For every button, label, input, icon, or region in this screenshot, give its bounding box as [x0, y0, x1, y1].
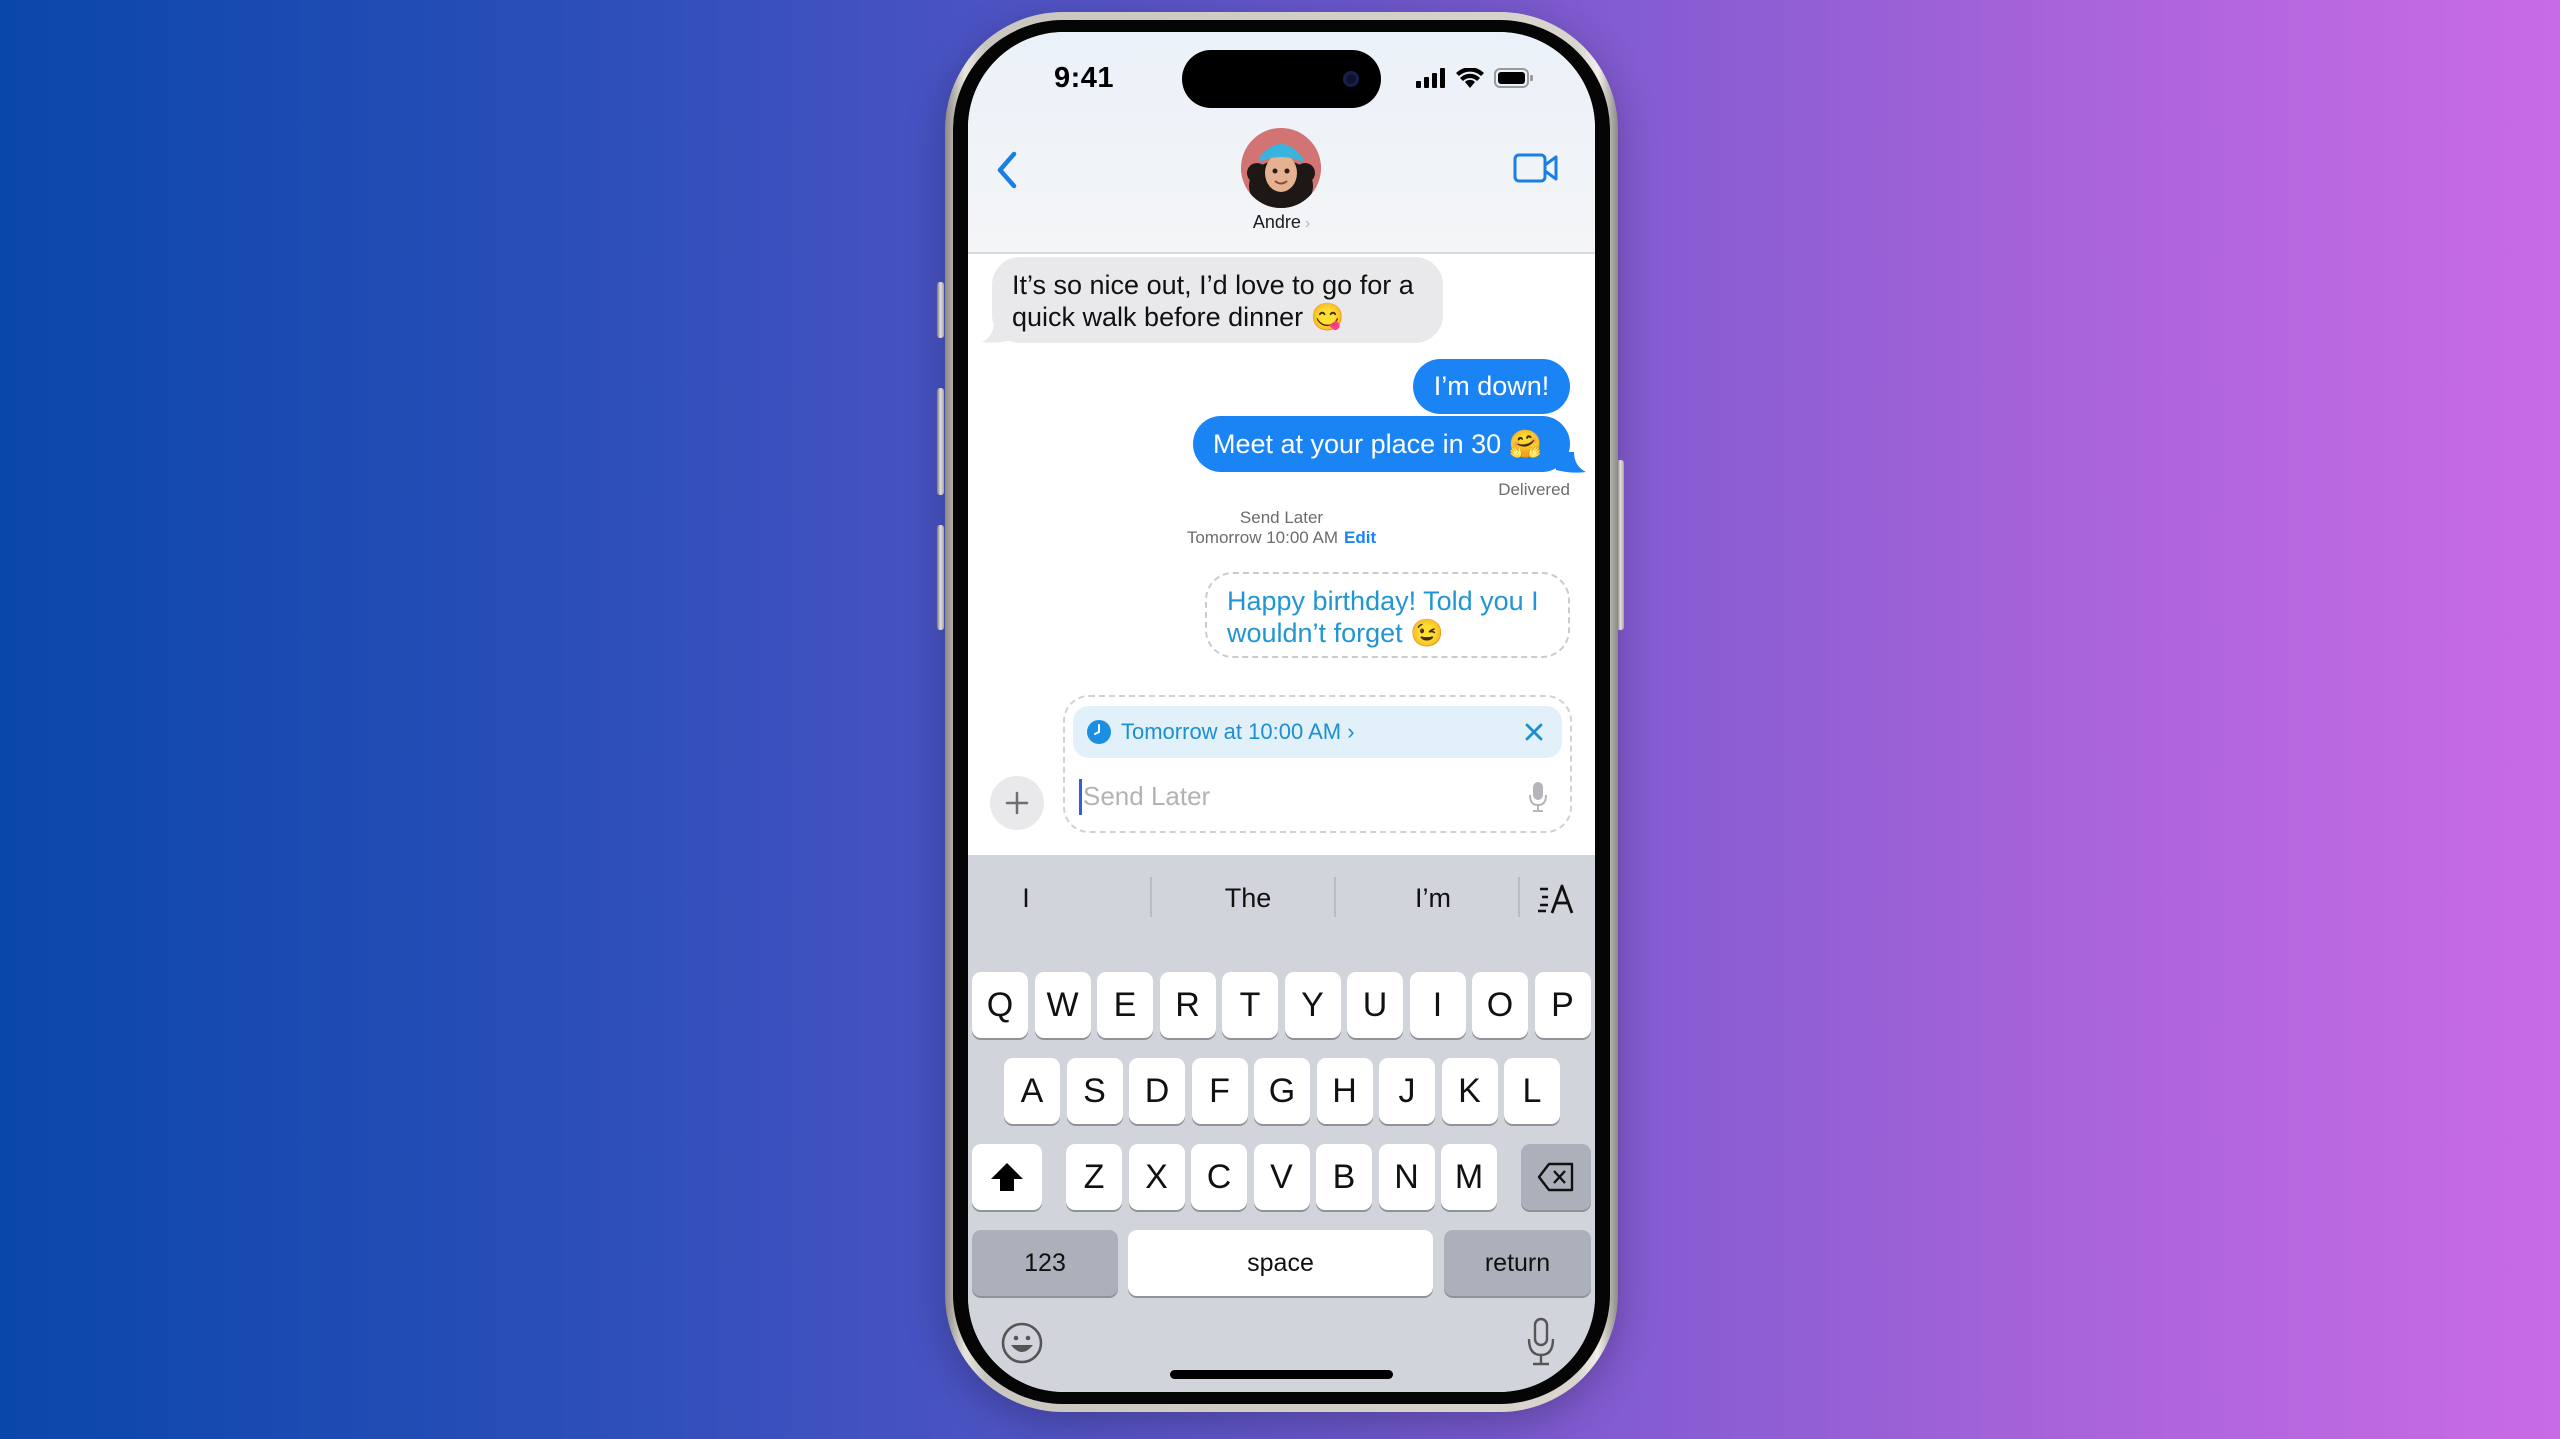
back-chevron-icon[interactable]	[990, 150, 1024, 190]
video-camera-icon[interactable]	[1513, 150, 1559, 186]
key-u[interactable]: U	[1347, 972, 1403, 1038]
send-later-label: Send Later	[1239, 508, 1324, 527]
key-e[interactable]: E	[1097, 972, 1153, 1038]
delete-key[interactable]	[1521, 1144, 1591, 1210]
key-k[interactable]: K	[1441, 1058, 1498, 1124]
suggestion-divider	[1334, 877, 1336, 917]
key-w[interactable]: W	[1034, 972, 1091, 1038]
key-o[interactable]: O	[1472, 972, 1528, 1038]
contact-avatar[interactable]	[1241, 128, 1321, 208]
battery-icon	[1494, 68, 1533, 88]
action-button	[937, 282, 944, 338]
space-key[interactable]: space	[1128, 1230, 1433, 1296]
suggestion-divider	[1518, 877, 1520, 917]
delivery-status: Delivered	[1498, 480, 1570, 499]
suggestion-3[interactable]: I’m	[1343, 875, 1523, 921]
key-c[interactable]: C	[1191, 1144, 1247, 1210]
phone-screen: 9:41 Andre › It’s so nice out, I’d love …	[968, 32, 1595, 1392]
volume-down-button	[937, 525, 944, 630]
key-q[interactable]: Q	[972, 972, 1028, 1038]
compose-box: Tomorrow at 10:00 AM ›	[1063, 695, 1572, 833]
key-g[interactable]: G	[1254, 1058, 1310, 1124]
contact-name: Andre	[1252, 212, 1301, 232]
key-l[interactable]: L	[1504, 1058, 1560, 1124]
key-t[interactable]: T	[1222, 972, 1278, 1038]
dictation-mic-icon[interactable]	[1526, 1317, 1556, 1367]
message-field[interactable]	[1079, 777, 1519, 815]
key-r[interactable]: R	[1159, 972, 1216, 1038]
schedule-time-pill[interactable]: Tomorrow at 10:00 AM ›	[1073, 706, 1562, 758]
key-v[interactable]: V	[1253, 1144, 1310, 1210]
key-s[interactable]: S	[1066, 1058, 1123, 1124]
shift-key[interactable]	[972, 1144, 1042, 1210]
key-x[interactable]: X	[1128, 1144, 1185, 1210]
status-time: 9:41	[1054, 62, 1115, 94]
schedule-time-label: Tomorrow at 10:00 AM ›	[1121, 719, 1355, 744]
incoming-message[interactable]: It’s so nice out, I’d love to go for a q…	[992, 257, 1443, 343]
key-p[interactable]: P	[1534, 972, 1591, 1038]
suggestion-divider	[1150, 877, 1152, 917]
message-input[interactable]	[1083, 777, 1513, 815]
key-a[interactable]: A	[1004, 1058, 1060, 1124]
emoji-icon[interactable]	[1000, 1321, 1044, 1365]
volume-up-button	[937, 388, 944, 495]
key-i[interactable]: I	[1409, 972, 1466, 1038]
return-key[interactable]: return	[1444, 1230, 1591, 1296]
key-d[interactable]: D	[1129, 1058, 1185, 1124]
dictation-mic-icon[interactable]	[1528, 781, 1548, 813]
wifi-icon	[1456, 68, 1484, 88]
contact-chevron-icon: ›	[1304, 215, 1311, 232]
scheduled-message[interactable]: Happy birthday! Told you I wouldn’t forg…	[1205, 572, 1570, 658]
key-f[interactable]: F	[1191, 1058, 1248, 1124]
home-indicator[interactable]	[1170, 1370, 1393, 1379]
outgoing-message[interactable]: I’m down!	[1413, 359, 1570, 414]
status-icons	[1416, 68, 1534, 88]
send-later-time: Tomorrow 10:00 AM	[1186, 528, 1339, 547]
writing-tools-icon[interactable]	[1538, 883, 1578, 915]
key-m[interactable]: M	[1441, 1144, 1497, 1210]
key-b[interactable]: B	[1316, 1144, 1372, 1210]
shift-arrow-icon	[991, 1163, 1023, 1191]
memoji-avatar-icon	[1241, 128, 1321, 208]
key-n[interactable]: N	[1378, 1144, 1435, 1210]
power-button	[1617, 460, 1624, 630]
key-y[interactable]: Y	[1284, 972, 1341, 1038]
edit-schedule-link[interactable]: Edit	[1344, 528, 1376, 547]
contact-name-button[interactable]: Andre ›	[968, 212, 1595, 233]
numbers-key[interactable]: 123	[972, 1230, 1118, 1296]
dynamic-island	[1182, 50, 1381, 108]
key-h[interactable]: H	[1316, 1058, 1373, 1124]
text-caret	[1079, 779, 1082, 815]
backspace-icon	[1537, 1162, 1574, 1192]
close-icon[interactable]	[1522, 720, 1546, 744]
suggestion-1[interactable]: I	[976, 875, 1076, 921]
keyboard: I The I’m QWERTYUIOP ASDFGHJKL ZXCVBNM 1…	[968, 855, 1595, 1392]
send-later-timestamp: Tomorrow 10:00 AM Edit	[968, 528, 1595, 548]
key-z[interactable]: Z	[1066, 1144, 1122, 1210]
outgoing-message[interactable]: Meet at your place in 30 🤗	[1193, 416, 1570, 472]
key-j[interactable]: J	[1379, 1058, 1435, 1124]
add-attachment-button[interactable]	[990, 776, 1044, 830]
suggestion-2[interactable]: The	[1158, 875, 1338, 921]
camera-icon	[1343, 71, 1359, 87]
plus-icon	[1005, 791, 1029, 815]
clock-icon	[1087, 720, 1111, 744]
cellular-signal-icon	[1416, 68, 1445, 88]
